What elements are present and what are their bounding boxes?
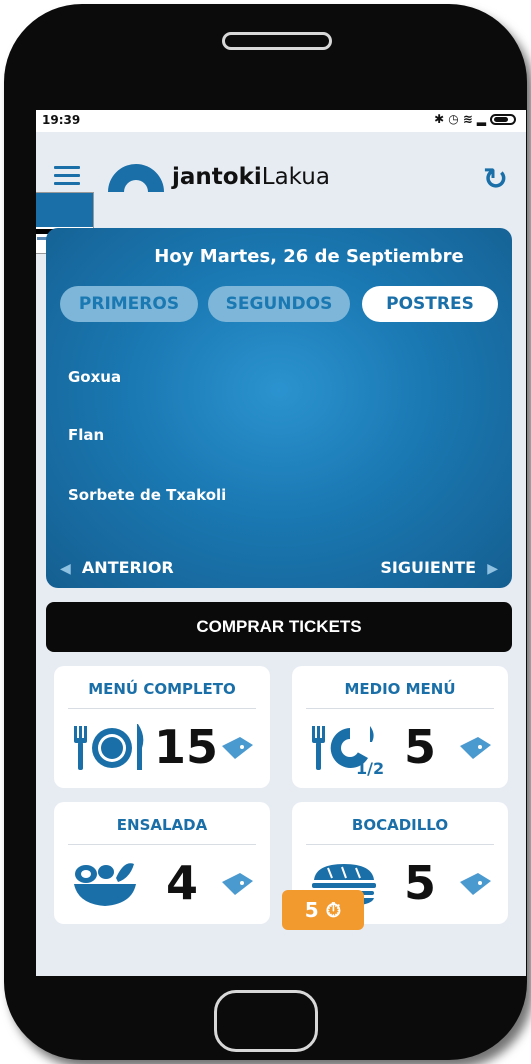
next-day-button[interactable]: SIGUIENTE ▶ bbox=[380, 558, 498, 577]
ticket-icon bbox=[460, 873, 491, 895]
ticket-title: MENÚ COMPLETO bbox=[88, 680, 236, 698]
ticket-icon bbox=[460, 737, 491, 759]
status-time: 19:39 bbox=[42, 113, 81, 127]
status-icons: ✱◷≋▂ bbox=[434, 112, 516, 126]
ticket-count: 5 bbox=[404, 720, 437, 774]
ticket-count: 15 bbox=[154, 720, 219, 774]
battery-icon bbox=[490, 114, 516, 125]
ticket-title: ENSALADA bbox=[116, 816, 208, 834]
tab-primeros[interactable]: PRIMEROS bbox=[60, 286, 198, 322]
logo-text: jantokiLakua bbox=[172, 164, 330, 190]
timer-value: 5 bbox=[304, 898, 319, 922]
ticket-title: MEDIO MENÚ bbox=[344, 680, 456, 698]
app-screen: 19:39 ✱◷≋▂ jantokiLakua ↻ Hoy Martes, 26… bbox=[36, 110, 526, 976]
home-button[interactable] bbox=[214, 990, 318, 1052]
ticket-icon bbox=[222, 873, 253, 895]
stopwatch-icon: ⏱ bbox=[325, 898, 342, 922]
phone-frame: 19:39 ✱◷≋▂ jantokiLakua ↻ Hoy Martes, 26… bbox=[4, 4, 527, 1060]
dish-item: Flan bbox=[68, 426, 105, 444]
half-plate-icon: 1/2 bbox=[312, 726, 384, 776]
phone-speaker bbox=[222, 32, 332, 50]
menu-date: Hoy Martes, 26 de Septiembre bbox=[154, 246, 464, 267]
ticket-icon bbox=[222, 737, 253, 759]
wifi-icon: ≋ bbox=[462, 112, 477, 126]
plate-cutlery-icon bbox=[74, 724, 144, 770]
logo-arc-icon bbox=[108, 164, 164, 192]
refresh-icon[interactable]: ↻ bbox=[483, 162, 508, 197]
daily-menu-card: Hoy Martes, 26 de Septiembre PRIMEROS SE… bbox=[46, 228, 512, 588]
dish-item: Sorbete de Txakoli bbox=[68, 486, 227, 504]
buy-tickets-button[interactable]: COMPRAR TICKETS bbox=[46, 602, 512, 652]
bluetooth-icon: ✱ bbox=[434, 112, 449, 126]
hamburger-icon[interactable] bbox=[54, 166, 80, 186]
svg-text:1/2: 1/2 bbox=[356, 759, 384, 776]
salad-bowl-icon bbox=[74, 863, 136, 906]
tab-segundos[interactable]: SEGUNDOS bbox=[208, 286, 350, 322]
ticket-count: 4 bbox=[166, 856, 199, 910]
ticket-card-medio-menu[interactable]: MEDIO MENÚ 1/2 5 bbox=[292, 666, 508, 788]
timer-badge[interactable]: 5 ⏱ bbox=[282, 890, 364, 930]
previous-day-button[interactable]: ◀ ANTERIOR bbox=[60, 558, 174, 577]
ticket-card-ensalada[interactable]: ENSALADA 4 bbox=[54, 802, 270, 924]
course-tabs: PRIMEROS SEGUNDOS POSTRES bbox=[60, 286, 500, 324]
ticket-card-menu-completo[interactable]: MENÚ COMPLETO 15 bbox=[54, 666, 270, 788]
alarm-icon: ◷ bbox=[448, 112, 463, 126]
ticket-count: 5 bbox=[404, 856, 437, 910]
tab-postres[interactable]: POSTRES bbox=[362, 286, 498, 322]
arrow-right-icon: ▶ bbox=[487, 561, 498, 577]
status-bar: 19:39 ✱◷≋▂ bbox=[36, 110, 526, 132]
dish-item: Goxua bbox=[68, 368, 122, 386]
ticket-title: BOCADILLO bbox=[351, 816, 449, 834]
arrow-left-icon: ◀ bbox=[60, 561, 71, 577]
app-header: jantokiLakua ↻ bbox=[36, 132, 526, 208]
signal-icon: ▂ bbox=[476, 112, 490, 126]
